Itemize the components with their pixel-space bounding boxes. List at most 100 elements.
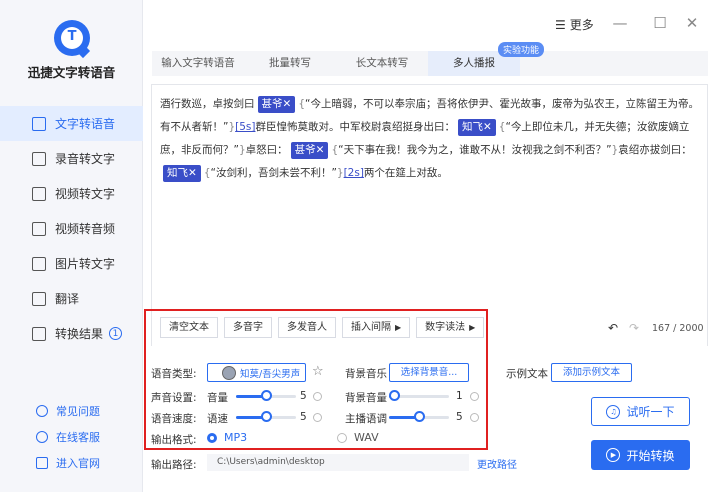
sidebar-item-recording-to-text[interactable]: 录音转文字 xyxy=(0,141,143,176)
reset-icon[interactable] xyxy=(313,413,322,422)
tone-label: 主播语调 xyxy=(345,413,387,425)
wav-label: WAV xyxy=(354,431,379,444)
help-label: 常见问题 xyxy=(56,405,100,418)
speaker-tag[interactable]: 知飞✕ xyxy=(163,165,201,182)
sidebar-footer: 常见问题 在线客服 进入官网 xyxy=(0,398,143,476)
website-link[interactable]: 进入官网 xyxy=(0,450,143,476)
insert-pause-button[interactable]: 插入间隔 ▶ xyxy=(342,317,411,338)
text-segment: 袁绍亦拔剑曰： xyxy=(618,144,692,156)
voice-name: 知莫/吾尖男声 xyxy=(240,368,301,380)
result-icon xyxy=(32,326,46,341)
bracket: } xyxy=(238,144,246,156)
slider-handle[interactable] xyxy=(261,390,272,401)
service-icon xyxy=(36,431,48,443)
listen-button[interactable]: ♫ 试听一下 xyxy=(591,397,690,426)
bg-volume-label: 背景音量 xyxy=(345,392,387,404)
text-segment: “汝剑利，吾剑未尝不利！” xyxy=(210,167,337,179)
results-count-badge: 1 xyxy=(109,327,123,340)
pause-marker[interactable]: [5s] xyxy=(235,121,255,133)
bg-music-label: 背景音乐 xyxy=(345,368,387,380)
text-to-speech-icon xyxy=(32,116,46,131)
mp3-label: MP3 xyxy=(224,431,248,444)
video-icon xyxy=(32,186,46,201)
app-logo-icon xyxy=(54,20,91,59)
slider-handle[interactable] xyxy=(389,390,400,401)
speed-slider[interactable] xyxy=(236,411,296,423)
volume-slider[interactable] xyxy=(236,390,296,402)
sidebar-item-translate[interactable]: 翻译 xyxy=(0,281,143,316)
sidebar-item-label: 视频转文字 xyxy=(55,187,116,201)
speaker-tag[interactable]: 知飞✕ xyxy=(457,119,496,136)
sound-settings-label: 声音设置: xyxy=(151,392,197,404)
choose-bg-music-button[interactable]: 选择背景音... xyxy=(389,363,469,382)
avatar xyxy=(222,365,236,380)
bracket: } xyxy=(336,167,344,179)
tab-long-text[interactable]: 长文本转写 xyxy=(336,51,428,76)
image-icon xyxy=(32,256,46,271)
play-icon: ▶ xyxy=(606,448,621,462)
more-label: 更多 xyxy=(569,18,594,32)
translate-icon xyxy=(32,291,46,306)
slider-handle[interactable] xyxy=(261,411,272,422)
more-menu-button[interactable]: ☰ 更多 xyxy=(555,16,594,33)
headphone-icon: ♫ xyxy=(606,404,621,419)
change-path-link[interactable]: 更改路径 xyxy=(477,456,517,471)
slider-handle[interactable] xyxy=(414,411,425,422)
output-path-label: 输出路径: xyxy=(151,459,197,471)
output-path-field[interactable]: C:\Users\admin\desktop xyxy=(207,454,469,471)
speaker-tag[interactable]: 甚爷✕ xyxy=(257,96,296,113)
text-editor[interactable]: 酒行数巡，卓按剑曰 甚爷✕ {“今上暗弱，不可以奉宗庙；吾将依伊尹、霍光故事，废帝为… xyxy=(151,84,708,346)
wav-radio[interactable] xyxy=(337,433,347,443)
speaker-tag[interactable]: 甚爷✕ xyxy=(290,142,329,159)
add-sample-text-button[interactable]: 添加示例文本 xyxy=(551,363,632,382)
start-convert-button[interactable]: ▶ 开始转换 xyxy=(591,440,690,470)
service-link[interactable]: 在线客服 xyxy=(0,424,143,450)
clear-text-button[interactable]: 清空文本 xyxy=(160,317,218,338)
maximize-button[interactable]: ☐ xyxy=(651,14,669,32)
recording-icon xyxy=(32,151,46,166)
sidebar: 迅捷文字转语音 文字转语音 录音转文字 视频转文字 视频转音频 图片转文字 翻译 xyxy=(0,0,143,492)
text-segment: 卓怒曰： xyxy=(245,144,288,156)
text-segment: 群臣惶怖莫敢对。中军校尉袁绍挺身出曰： xyxy=(255,121,455,133)
sample-text-label: 示例文本 xyxy=(506,368,548,380)
help-link[interactable]: 常见问题 xyxy=(0,398,143,424)
titlebar: ☰ 更多 — ☐ ✕ xyxy=(143,0,720,46)
redo-icon[interactable]: ↷ xyxy=(629,321,639,335)
volume-label: 音量 xyxy=(207,392,228,404)
speed-value: 5 xyxy=(300,411,307,423)
pause-marker[interactable]: [2s] xyxy=(344,167,364,179)
tab-input-text[interactable]: 输入文字转语音 xyxy=(152,51,244,76)
volume-value: 5 xyxy=(300,390,307,402)
reset-icon[interactable] xyxy=(470,413,479,422)
undo-icon[interactable]: ↶ xyxy=(608,321,618,335)
bg-volume-slider[interactable] xyxy=(389,390,449,402)
mp3-radio[interactable] xyxy=(207,433,217,443)
editor-content[interactable]: 酒行数巡，卓按剑曰 甚爷✕ {“今上暗弱，不可以奉宗庙；吾将依伊尹、霍光故事，废帝为… xyxy=(160,93,700,185)
sidebar-item-video-to-text[interactable]: 视频转文字 xyxy=(0,176,143,211)
minimize-button[interactable]: — xyxy=(611,14,629,32)
tone-slider[interactable] xyxy=(389,411,449,423)
caret-right-icon: ▶ xyxy=(395,323,402,332)
polyphone-button[interactable]: 多音字 xyxy=(224,317,272,338)
number-reading-label: 数字读法 xyxy=(425,322,466,333)
voice-select-button[interactable]: 知莫/吾尖男声 xyxy=(207,363,306,382)
experimental-badge: 实验功能 xyxy=(498,42,545,57)
sidebar-item-text-to-speech[interactable]: 文字转语音 xyxy=(0,106,143,141)
editor-toolbar: 清空文本 多音字 多发音人 插入间隔 ▶ 数字读法 ▶ xyxy=(160,317,485,338)
sidebar-item-label: 文字转语音 xyxy=(55,117,116,131)
speed-label: 语音速度: xyxy=(151,413,197,425)
number-reading-button[interactable]: 数字读法 ▶ xyxy=(416,317,485,338)
multi-speaker-button[interactable]: 多发音人 xyxy=(278,317,336,338)
sidebar-item-results[interactable]: 转换结果 1 xyxy=(0,316,143,351)
reset-icon[interactable] xyxy=(470,392,479,401)
format-label: 输出格式: xyxy=(151,434,197,446)
bracket: { xyxy=(203,167,211,179)
favorite-star-icon[interactable]: ☆ xyxy=(312,364,324,379)
tab-batch[interactable]: 批量转写 xyxy=(244,51,336,76)
text-segment: 酒行数巡，卓按剑曰 xyxy=(160,98,255,110)
sidebar-item-image-to-text[interactable]: 图片转文字 xyxy=(0,246,143,281)
voice-type-label: 语音类型: xyxy=(151,368,197,380)
sidebar-item-video-to-audio[interactable]: 视频转音频 xyxy=(0,211,143,246)
close-button[interactable]: ✕ xyxy=(683,14,701,32)
reset-icon[interactable] xyxy=(313,392,322,401)
